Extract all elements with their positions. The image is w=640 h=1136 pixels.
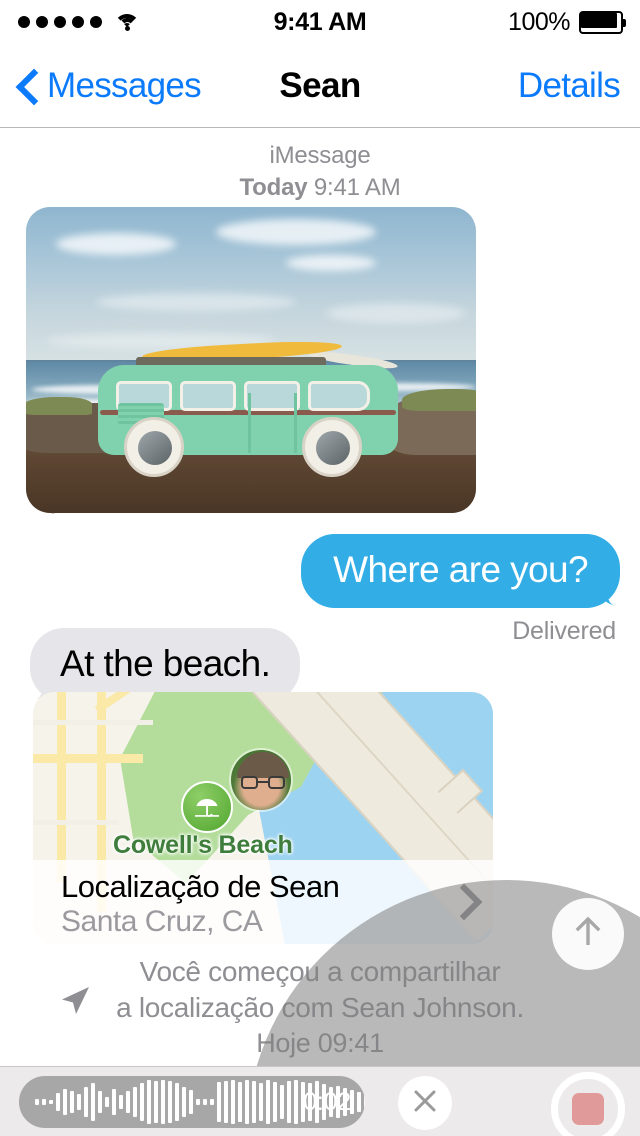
conversation-timestamp: iMessage Today 9:41 AM	[0, 129, 640, 204]
photo-vw-bus-at-beach[interactable]	[26, 207, 476, 513]
cancel-recording-button[interactable]	[398, 1076, 452, 1130]
stop-square-icon	[572, 1093, 604, 1125]
location-title: Localização de Sean	[61, 869, 340, 904]
map-road-minor	[33, 720, 153, 725]
battery-percent-label: 100%	[508, 7, 570, 36]
sent-bubble-text[interactable]: Where are you?	[301, 534, 620, 608]
audio-duration-label: 0:02	[303, 1087, 351, 1116]
send-audio-button[interactable]	[552, 898, 624, 970]
location-card-footer[interactable]: Localização de Sean Santa Cruz, CA	[33, 860, 493, 944]
audio-waveform-pill[interactable]: 0:02	[19, 1076, 365, 1128]
vw-bus	[98, 338, 399, 477]
chevron-right-icon[interactable]	[451, 883, 471, 917]
message-sent-bubble[interactable]: Where are you?	[301, 534, 620, 608]
contact-avatar	[229, 748, 293, 812]
arrow-up-icon	[568, 912, 608, 957]
service-label: iMessage	[269, 142, 371, 169]
timestamp-time: 9:41 AM	[313, 174, 401, 201]
location-subtitle: Santa Cruz, CA	[61, 905, 263, 938]
system-message-line2: a localização com Sean Johnson.	[116, 992, 524, 1023]
status-bar-right: 100%	[508, 0, 626, 44]
iphone-screen: 9:41 AM 100% Messages Sean Details iMess…	[0, 0, 640, 1136]
map-road-horizontal	[33, 754, 143, 763]
map-place-label: Cowell's Beach	[113, 831, 293, 859]
battery-icon	[579, 10, 626, 34]
system-message-time: Hoje 09:41	[256, 1028, 384, 1058]
system-message-line1: Você começou a compartilhar	[139, 956, 501, 987]
conversation-scroll-view[interactable]: iMessage Today 9:41 AM Where are you? De…	[0, 129, 640, 1066]
beach-umbrella-icon	[181, 781, 233, 833]
audio-recording-bar: 0:02	[0, 1066, 640, 1136]
timestamp-date: Today	[239, 174, 308, 201]
map-road-minor-2	[33, 820, 119, 825]
bubble-tail-sent	[592, 574, 626, 608]
close-x-icon	[411, 1087, 439, 1120]
system-message: Você começou a compartilhar a localizaçã…	[0, 954, 640, 1061]
message-image-bubble[interactable]	[26, 207, 476, 514]
navigation-bar: Messages Sean Details	[0, 44, 640, 128]
photo-content	[26, 207, 476, 513]
received-bubble-text[interactable]: At the beach.	[30, 628, 301, 702]
status-bar: 9:41 AM 100%	[0, 0, 640, 44]
timestamp-line: Today 9:41 AM	[0, 172, 640, 204]
stop-recording-button[interactable]	[551, 1072, 625, 1136]
location-share-card[interactable]: Cowell's Beach Localização de Sean Santa…	[33, 692, 493, 944]
message-received-bubble[interactable]: At the beach.	[30, 628, 301, 702]
delivery-status: Delivered	[512, 617, 616, 645]
details-button[interactable]: Details	[518, 44, 621, 128]
